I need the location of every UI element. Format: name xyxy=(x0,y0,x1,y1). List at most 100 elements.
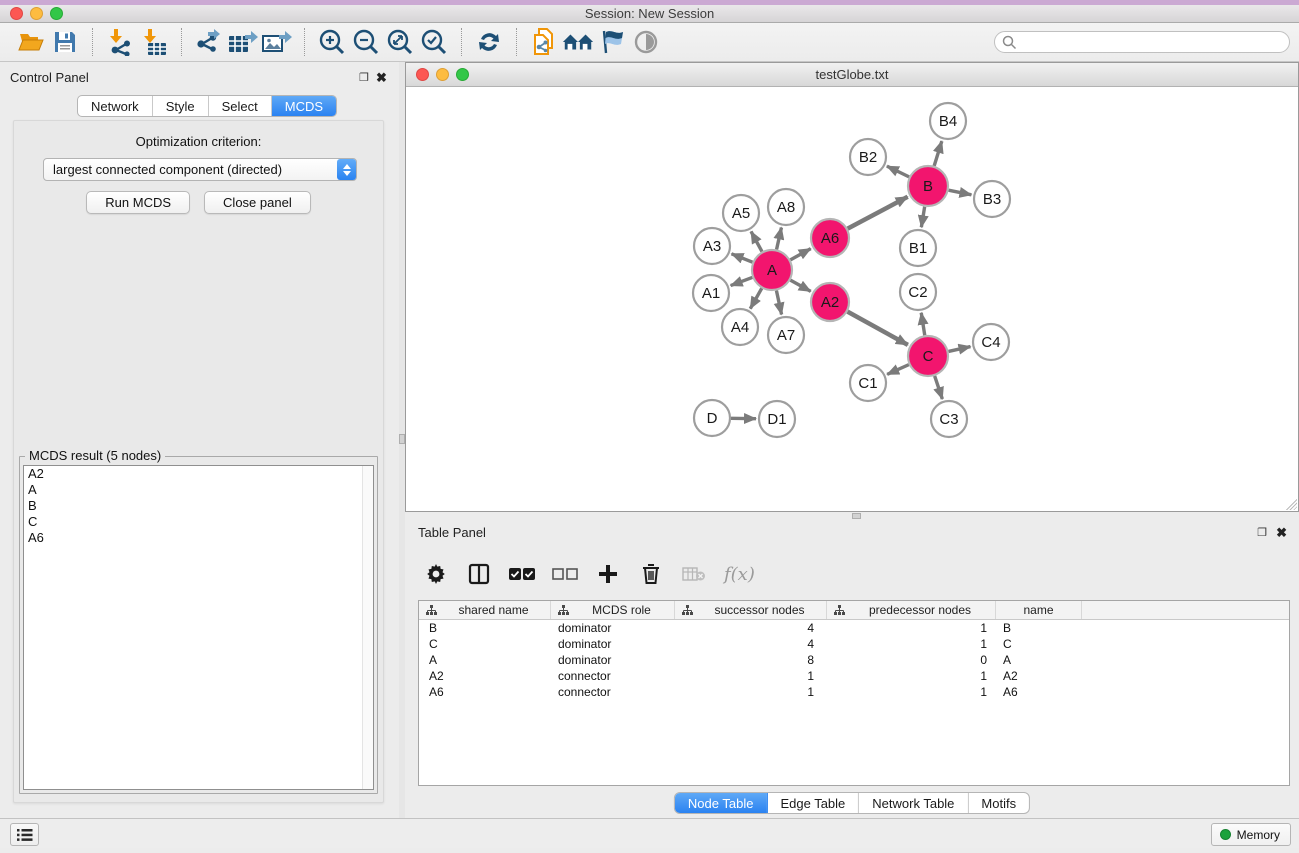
cell-shared-name[interactable]: B xyxy=(419,620,551,636)
cell-name[interactable]: A6 xyxy=(996,684,1082,700)
cell-predecessor-nodes[interactable]: 1 xyxy=(827,684,996,700)
cell-successor-nodes[interactable]: 4 xyxy=(675,636,827,652)
node-table[interactable]: shared nameMCDS rolesuccessor nodesprede… xyxy=(418,600,1290,786)
result-list-scrollbar[interactable] xyxy=(362,466,373,789)
graph-node-A5[interactable]: A5 xyxy=(723,195,759,231)
memory-button[interactable]: Memory xyxy=(1211,823,1291,846)
table-row[interactable]: Adominator80A xyxy=(419,652,1289,668)
graph-edge-C-C4[interactable] xyxy=(948,347,970,352)
export-table-icon[interactable] xyxy=(226,27,260,57)
function-builder-icon[interactable]: f(x) xyxy=(724,564,755,585)
graph-node-A3[interactable]: A3 xyxy=(694,228,730,264)
zoom-selected-icon[interactable] xyxy=(417,27,451,57)
graph-edge-B-B3[interactable] xyxy=(949,190,972,195)
show-details-icon[interactable] xyxy=(629,27,663,57)
result-item-c[interactable]: C xyxy=(24,514,373,530)
open-file-icon[interactable] xyxy=(14,27,48,57)
horizontal-splitter-handle[interactable] xyxy=(852,513,861,519)
cell-predecessor-nodes[interactable]: 1 xyxy=(827,668,996,684)
add-column-icon[interactable] xyxy=(595,561,621,587)
cell-shared-name[interactable]: A xyxy=(419,652,551,668)
graph-edge-A-A2[interactable] xyxy=(790,280,810,291)
graph-edge-B-B2[interactable] xyxy=(887,166,909,177)
graph-node-D1[interactable]: D1 xyxy=(759,401,795,437)
task-history-button[interactable] xyxy=(10,823,39,846)
deselect-all-icon[interactable] xyxy=(552,561,578,587)
graph-edge-C-C3[interactable] xyxy=(935,376,943,399)
graph-node-C3[interactable]: C3 xyxy=(931,401,967,437)
cell-MCDS-role[interactable]: connector xyxy=(551,668,675,684)
close-panel-button[interactable]: Close panel xyxy=(204,191,311,214)
cell-MCDS-role[interactable]: dominator xyxy=(551,620,675,636)
tab-network-table[interactable]: Network Table xyxy=(859,793,968,813)
delete-table-icon[interactable] xyxy=(681,561,707,587)
column-header-successor-nodes[interactable]: successor nodes xyxy=(675,601,827,619)
search-field[interactable] xyxy=(994,31,1290,53)
graph-node-A1[interactable]: A1 xyxy=(693,275,729,311)
graph-edge-A-A8[interactable] xyxy=(777,227,782,249)
graph-edge-A-A1[interactable] xyxy=(731,277,753,285)
cell-shared-name[interactable]: C xyxy=(419,636,551,652)
cell-name[interactable]: B xyxy=(996,620,1082,636)
import-table-icon[interactable] xyxy=(137,27,171,57)
cell-successor-nodes[interactable]: 1 xyxy=(675,684,827,700)
close-panel-icon[interactable]: ✖ xyxy=(376,70,387,86)
graph-edge-B-B1[interactable] xyxy=(921,207,924,228)
refresh-icon[interactable] xyxy=(472,27,506,57)
select-all-icon[interactable] xyxy=(509,561,535,587)
result-item-a[interactable]: A xyxy=(24,482,373,498)
result-item-a6[interactable]: A6 xyxy=(24,530,373,546)
zoom-fit-icon[interactable] xyxy=(383,27,417,57)
table-row[interactable]: A6connector11A6 xyxy=(419,684,1289,700)
export-image-icon[interactable] xyxy=(260,27,294,57)
graph-edge-C-C2[interactable] xyxy=(921,313,925,336)
tab-network[interactable]: Network xyxy=(78,96,153,116)
tab-mcds[interactable]: MCDS xyxy=(272,96,336,116)
gear-icon[interactable] xyxy=(423,561,449,587)
column-header-shared-name[interactable]: shared name xyxy=(419,601,551,619)
network-canvas[interactable]: B4B2BB3A8A5A6A3B1AA1C2A2A4A7C4CC1C3DD1 xyxy=(406,87,1298,511)
zoom-in-icon[interactable] xyxy=(315,27,349,57)
graph-node-A7[interactable]: A7 xyxy=(768,317,804,353)
graph-node-C[interactable]: C xyxy=(908,336,948,376)
cell-successor-nodes[interactable]: 8 xyxy=(675,652,827,668)
tab-node-table[interactable]: Node Table xyxy=(675,793,768,813)
cell-successor-nodes[interactable]: 4 xyxy=(675,620,827,636)
cell-shared-name[interactable]: A6 xyxy=(419,684,551,700)
graph-edge-C-C1[interactable] xyxy=(887,365,909,375)
column-header-MCDS-role[interactable]: MCDS role xyxy=(551,601,675,619)
cell-name[interactable]: C xyxy=(996,636,1082,652)
graph-node-B3[interactable]: B3 xyxy=(974,181,1010,217)
graph-edge-A6-B[interactable] xyxy=(848,197,908,229)
table-row[interactable]: A2connector11A2 xyxy=(419,668,1289,684)
graph-edge-A-A4[interactable] xyxy=(750,288,761,308)
table-row[interactable]: Cdominator41C xyxy=(419,636,1289,652)
graph-edge-A-A3[interactable] xyxy=(731,254,752,262)
tab-motifs[interactable]: Motifs xyxy=(968,793,1029,813)
zoom-out-icon[interactable] xyxy=(349,27,383,57)
cell-successor-nodes[interactable]: 1 xyxy=(675,668,827,684)
graph-edge-A-A6[interactable] xyxy=(790,249,810,260)
criterion-dropdown[interactable]: largest connected component (directed) xyxy=(43,158,357,181)
new-network-from-selection-icon[interactable] xyxy=(527,27,561,57)
graph-node-C1[interactable]: C1 xyxy=(850,365,886,401)
import-network-icon[interactable] xyxy=(103,27,137,57)
cell-name[interactable]: A2 xyxy=(996,668,1082,684)
float-panel-icon[interactable]: ❐ xyxy=(359,71,369,84)
delete-icon[interactable] xyxy=(638,561,664,587)
mcds-result-list[interactable]: A2ABCA6 xyxy=(23,465,374,790)
cell-MCDS-role[interactable]: dominator xyxy=(551,652,675,668)
graph-node-A4[interactable]: A4 xyxy=(722,309,758,345)
cell-predecessor-nodes[interactable]: 0 xyxy=(827,652,996,668)
graph-node-B1[interactable]: B1 xyxy=(900,230,936,266)
result-item-a2[interactable]: A2 xyxy=(24,466,373,482)
cell-predecessor-nodes[interactable]: 1 xyxy=(827,636,996,652)
column-header-predecessor-nodes[interactable]: predecessor nodes xyxy=(827,601,996,619)
graph-node-C4[interactable]: C4 xyxy=(973,324,1009,360)
graph-node-D[interactable]: D xyxy=(694,400,730,436)
tab-edge-table[interactable]: Edge Table xyxy=(767,793,859,813)
graph-edge-B-B4[interactable] xyxy=(934,141,942,166)
result-item-b[interactable]: B xyxy=(24,498,373,514)
column-view-icon[interactable] xyxy=(466,561,492,587)
horizontal-splitter[interactable] xyxy=(405,512,1299,520)
